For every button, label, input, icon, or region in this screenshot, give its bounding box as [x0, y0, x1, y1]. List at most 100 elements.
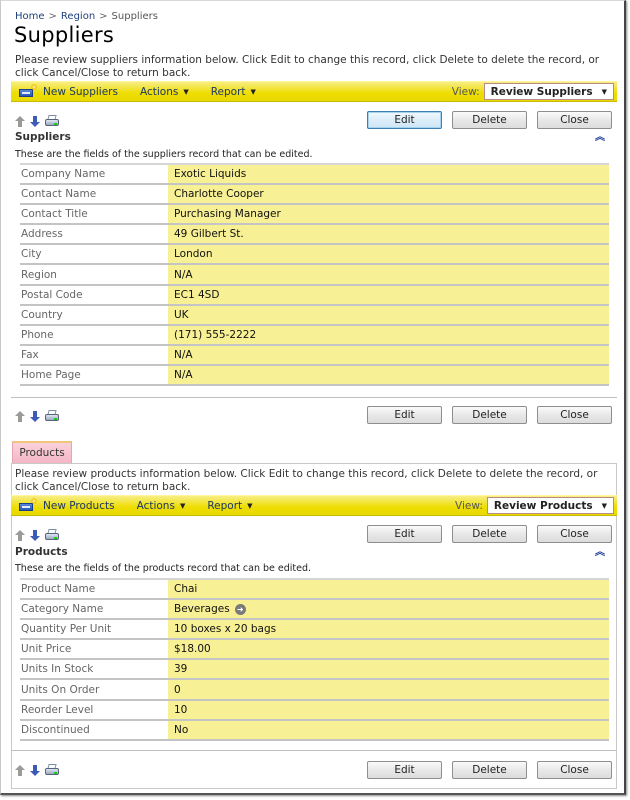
view-label: View:: [455, 499, 483, 512]
products-edit-button-bottom[interactable]: Edit: [367, 761, 442, 779]
suppliers-delete-button-bottom[interactable]: Delete: [452, 406, 527, 424]
new-suppliers-button[interactable]: New Suppliers: [11, 83, 118, 98]
field-value: Charlotte Cooper: [168, 185, 609, 204]
arrow-down-icon[interactable]: [30, 529, 40, 541]
products-toolbar: New Products Actions ▼ Report ▼ View: Re…: [11, 495, 617, 516]
field-label: Postal Code: [20, 285, 168, 304]
arrow-up-icon[interactable]: [15, 410, 25, 422]
suppliers-toolbar: New Suppliers Actions ▼ Report ▼ View: R…: [11, 81, 617, 102]
suppliers-close-button-top[interactable]: Close: [537, 111, 612, 129]
suppliers-edit-button-top[interactable]: Edit: [367, 111, 442, 129]
suppliers-edit-button-bottom[interactable]: Edit: [367, 406, 442, 424]
printer-icon[interactable]: [45, 410, 59, 422]
field-label: Address: [20, 225, 168, 244]
new-products-button[interactable]: New Products: [11, 497, 115, 512]
field-label: Country: [20, 305, 168, 324]
arrow-up-icon[interactable]: [15, 529, 25, 541]
suppliers-bottom-nav: [15, 410, 59, 422]
view-value: Review Suppliers: [490, 85, 593, 98]
printer-icon[interactable]: [45, 764, 59, 776]
products-edit-button-top[interactable]: Edit: [367, 525, 442, 543]
arrow-up-icon[interactable]: [15, 115, 25, 127]
divider: [11, 397, 617, 398]
field-value: Purchasing Manager: [168, 205, 609, 224]
arrow-up-icon[interactable]: [15, 764, 25, 776]
breadcrumb-home[interactable]: Home: [15, 11, 45, 22]
field-value: N/A: [168, 345, 609, 364]
caret-down-icon: ▼: [179, 501, 186, 510]
field-row: Company Name Exotic Liquids: [20, 165, 609, 186]
field-label: Company Name: [20, 165, 168, 184]
breadcrumb-region[interactable]: Region: [61, 11, 95, 22]
field-row: City London: [20, 245, 609, 266]
field-row: Product Name Chai: [20, 580, 609, 601]
view-value: Review Products: [493, 499, 593, 512]
field-label: Unit Price: [20, 640, 168, 659]
field-row: Region N/A: [20, 265, 609, 286]
breadcrumb: Home > Region > Suppliers: [15, 11, 158, 22]
double-chevron-up-icon[interactable]: ︽: [595, 133, 605, 143]
field-label: Units On Order: [20, 680, 168, 699]
suppliers-top-nav: [15, 115, 59, 127]
caret-down-icon: ▼: [601, 87, 607, 96]
field-row: Contact Title Purchasing Manager: [20, 205, 609, 226]
field-label: Discontinued: [20, 720, 168, 739]
report-label: Report: [210, 85, 246, 98]
report-label: Report: [207, 499, 243, 512]
arrow-down-icon[interactable]: [30, 115, 40, 127]
products-close-button-top[interactable]: Close: [537, 525, 612, 543]
field-label: Region: [20, 265, 168, 284]
suppliers-view-dropdown[interactable]: Review Suppliers ▼: [483, 83, 614, 100]
arrow-down-icon[interactable]: [30, 410, 40, 422]
field-value: (171) 555-2222: [168, 325, 609, 344]
suppliers-fields: Company Name Exotic Liquids Contact Name C…: [20, 163, 609, 387]
field-value: N/A: [168, 265, 609, 284]
field-value: 10 boxes x 20 bags: [168, 620, 609, 639]
tab-products[interactable]: Products: [12, 441, 72, 463]
field-label: Fax: [20, 345, 168, 364]
double-chevron-up-icon[interactable]: ︽: [595, 548, 605, 558]
products-bottom-nav: [15, 764, 59, 776]
field-label: City: [20, 245, 168, 264]
field-label: Contact Name: [20, 185, 168, 204]
caret-down-icon: ▼: [247, 501, 253, 510]
printer-icon[interactable]: [45, 529, 59, 541]
products-delete-button-top[interactable]: Delete: [452, 525, 527, 543]
field-row: Phone (171) 555-2222: [20, 325, 609, 346]
suppliers-close-button-bottom[interactable]: Close: [537, 406, 612, 424]
view-label: View:: [451, 85, 480, 98]
products-view-dropdown[interactable]: Review Products ▼: [486, 497, 614, 514]
field-label: Units In Stock: [20, 660, 168, 679]
suppliers-report-menu[interactable]: Report ▼: [211, 86, 256, 98]
arrow-right-circle-icon[interactable]: ➜: [234, 603, 246, 615]
field-row: Fax N/A: [20, 345, 609, 366]
category-value: Beverages: [174, 603, 230, 616]
products-top-nav: [15, 529, 59, 541]
field-value: UK: [168, 305, 609, 324]
actions-label: Actions: [139, 85, 179, 98]
arrow-down-icon[interactable]: [30, 764, 40, 776]
products-fields: Product Name Chai Category Name Beverages ➜…: [20, 578, 609, 741]
suppliers-actions-menu[interactable]: Actions ▼: [140, 86, 189, 98]
field-value: Beverages ➜: [168, 600, 609, 619]
caret-down-icon: ▼: [601, 501, 607, 510]
page-title: Suppliers: [14, 23, 115, 47]
products-section-title: Products: [15, 546, 68, 558]
products-delete-button-bottom[interactable]: Delete: [452, 761, 527, 779]
products-report-menu[interactable]: Report ▼: [207, 500, 252, 512]
divider: [11, 750, 617, 751]
suppliers-description: Please review suppliers information belo…: [15, 54, 600, 79]
printer-icon[interactable]: [45, 115, 59, 127]
field-label: Contact Title: [20, 205, 168, 224]
products-close-button-bottom[interactable]: Close: [537, 761, 612, 779]
field-row: Reorder Level 10: [20, 700, 609, 721]
caret-down-icon: ▼: [250, 87, 256, 96]
products-actions-menu[interactable]: Actions ▼: [137, 500, 186, 512]
breadcrumb-current: Suppliers: [111, 11, 158, 22]
field-label: Product Name: [20, 580, 168, 599]
field-value: N/A: [168, 365, 609, 385]
suppliers-section-description: These are the fields of the suppliers re…: [15, 149, 313, 160]
field-row: Contact Name Charlotte Cooper: [20, 185, 609, 206]
field-row: Postal Code EC1 4SD: [20, 285, 609, 306]
suppliers-delete-button-top[interactable]: Delete: [452, 111, 527, 129]
